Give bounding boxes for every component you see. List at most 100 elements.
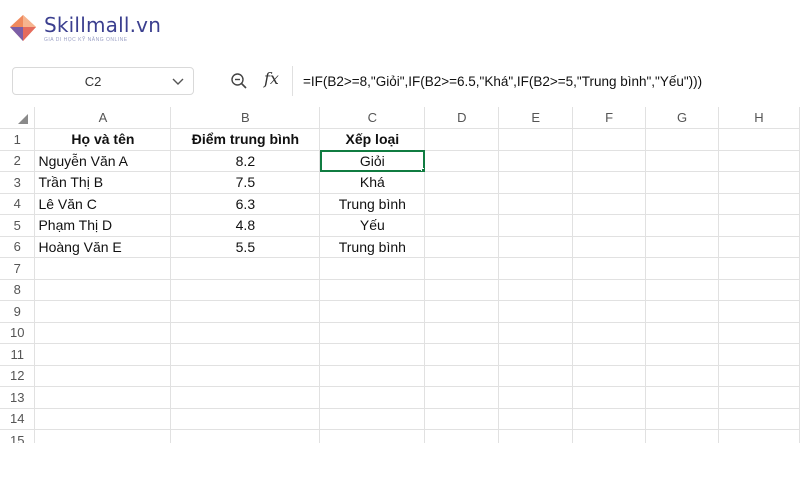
cell[interactable]: [645, 236, 719, 258]
cell[interactable]: [498, 171, 574, 194]
row-header[interactable]: 11: [0, 343, 36, 366]
cell[interactable]: [34, 300, 172, 323]
cell[interactable]: [645, 408, 719, 430]
cell[interactable]: [34, 322, 172, 344]
cell[interactable]: [645, 279, 719, 301]
cell[interactable]: [424, 171, 500, 194]
cell-c2-selected[interactable]: Giỏi: [319, 150, 426, 172]
zoom-out-icon[interactable]: [230, 72, 248, 90]
cell-b1[interactable]: Điểm trung bình: [170, 128, 321, 151]
cell-c6[interactable]: Trung bình: [319, 236, 426, 258]
cell[interactable]: [424, 365, 500, 387]
cell[interactable]: [424, 236, 500, 258]
cell[interactable]: [718, 386, 800, 409]
cell[interactable]: [645, 386, 719, 409]
cell[interactable]: [645, 150, 719, 172]
cell[interactable]: [498, 128, 574, 151]
row-header[interactable]: 1: [0, 128, 36, 151]
cell[interactable]: [645, 365, 719, 387]
row-header[interactable]: 14: [0, 408, 36, 430]
cell[interactable]: [424, 343, 500, 366]
cell[interactable]: [424, 128, 500, 151]
row-header[interactable]: 10: [0, 322, 36, 344]
cell[interactable]: [170, 343, 321, 366]
cell-a1[interactable]: Họ và tên: [34, 128, 172, 151]
column-header-c[interactable]: C: [319, 107, 426, 129]
cell[interactable]: [34, 429, 172, 443]
cell[interactable]: [498, 214, 574, 237]
name-box[interactable]: C2: [12, 67, 194, 95]
row-header[interactable]: 3: [0, 171, 36, 194]
cell[interactable]: [319, 365, 426, 387]
chevron-down-icon[interactable]: [171, 74, 185, 88]
cell[interactable]: [572, 365, 647, 387]
cell-c1[interactable]: Xếp loại: [319, 128, 426, 151]
cell[interactable]: [572, 193, 647, 215]
row-header[interactable]: 7: [0, 257, 36, 280]
cell-a5[interactable]: Phạm Thị D: [34, 214, 172, 237]
cell[interactable]: [170, 322, 321, 344]
cell[interactable]: [498, 236, 574, 258]
fill-handle[interactable]: [421, 168, 424, 171]
cell[interactable]: [718, 257, 800, 280]
cell[interactable]: [572, 429, 647, 443]
cell[interactable]: [424, 429, 500, 443]
cell[interactable]: [572, 343, 647, 366]
cell[interactable]: [645, 257, 719, 280]
cell[interactable]: [718, 322, 800, 344]
row-header[interactable]: 6: [0, 236, 36, 258]
cell[interactable]: [424, 150, 500, 172]
cell[interactable]: [718, 150, 800, 172]
cell[interactable]: [319, 279, 426, 301]
row-header[interactable]: 4: [0, 193, 36, 215]
cell[interactable]: [424, 279, 500, 301]
cell[interactable]: [424, 214, 500, 237]
cell[interactable]: [424, 322, 500, 344]
cell[interactable]: [718, 408, 800, 430]
row-header[interactable]: 8: [0, 279, 36, 301]
cell[interactable]: [572, 408, 647, 430]
cell[interactable]: [645, 300, 719, 323]
row-header[interactable]: 13: [0, 386, 36, 409]
cell[interactable]: [170, 386, 321, 409]
row-header[interactable]: 5: [0, 214, 36, 237]
cell[interactable]: [170, 300, 321, 323]
cell-c4[interactable]: Trung bình: [319, 193, 426, 215]
cell[interactable]: [498, 322, 574, 344]
cell[interactable]: [572, 128, 647, 151]
cell[interactable]: [645, 128, 719, 151]
cell[interactable]: [645, 343, 719, 366]
cell[interactable]: [645, 322, 719, 344]
cell[interactable]: [319, 257, 426, 280]
cell[interactable]: [498, 279, 574, 301]
cell[interactable]: [718, 279, 800, 301]
cell-a4[interactable]: Lê Văn C: [34, 193, 172, 215]
cell[interactable]: [572, 150, 647, 172]
formula-input[interactable]: =IF(B2>=8,"Giỏi",IF(B2>=6.5,"Khá",IF(B2>…: [292, 66, 800, 96]
cell[interactable]: [718, 214, 800, 237]
cell[interactable]: [498, 408, 574, 430]
cell[interactable]: [319, 429, 426, 443]
cell[interactable]: [424, 408, 500, 430]
cell[interactable]: [572, 214, 647, 237]
cell[interactable]: [319, 386, 426, 409]
column-header-b[interactable]: B: [170, 107, 321, 129]
row-header[interactable]: 15: [0, 429, 36, 443]
column-header-g[interactable]: G: [645, 107, 719, 129]
cell[interactable]: [572, 386, 647, 409]
column-header-d[interactable]: D: [424, 107, 500, 129]
cell[interactable]: [572, 236, 647, 258]
cell[interactable]: [498, 257, 574, 280]
cell-a2[interactable]: Nguyễn Văn A: [34, 150, 172, 172]
cell[interactable]: [34, 365, 172, 387]
cell[interactable]: [170, 408, 321, 430]
cell[interactable]: [572, 279, 647, 301]
column-header-e[interactable]: E: [498, 107, 574, 129]
cell[interactable]: [645, 214, 719, 237]
cell[interactable]: [718, 128, 800, 151]
cell[interactable]: [572, 257, 647, 280]
cell[interactable]: [34, 257, 172, 280]
column-header-a[interactable]: A: [34, 107, 172, 129]
cell[interactable]: [718, 193, 800, 215]
cell[interactable]: [718, 365, 800, 387]
